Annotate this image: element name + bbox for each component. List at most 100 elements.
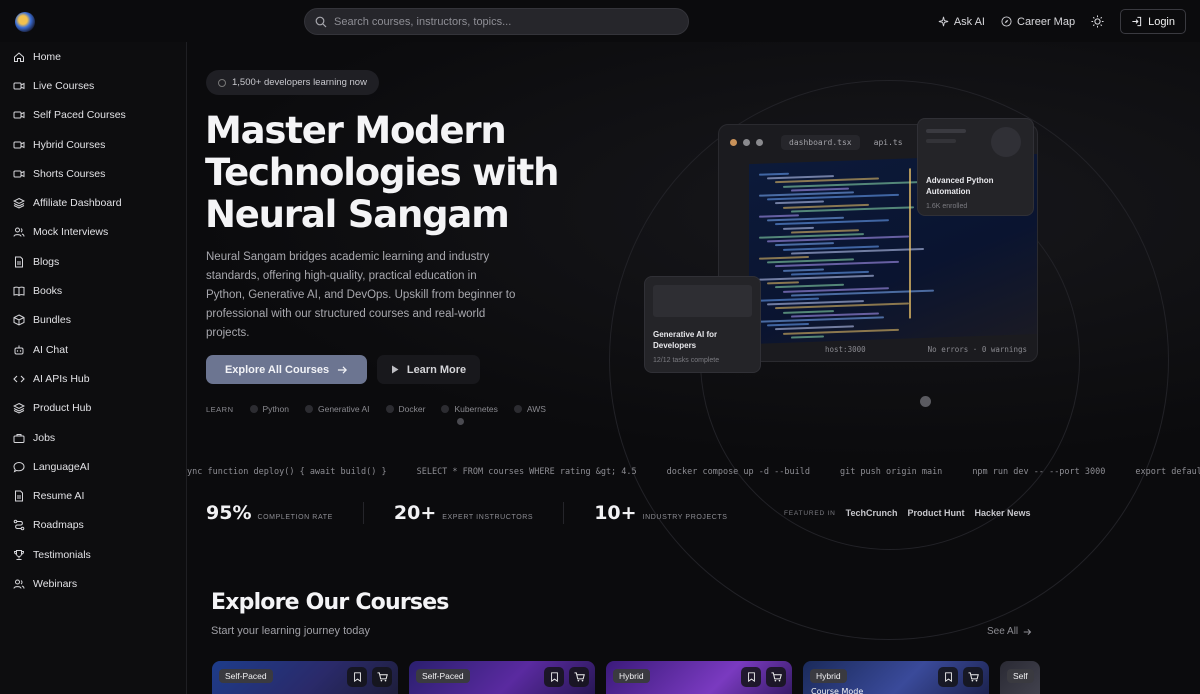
stat-number: 95% xyxy=(206,502,252,524)
sparkle-icon xyxy=(938,16,949,27)
explore-label: Explore All Courses xyxy=(224,363,330,376)
sidebar-item-label: Shorts Courses xyxy=(33,167,106,180)
sidebar-item-mock-interviews[interactable]: Mock Interviews xyxy=(0,218,186,247)
stat-caption: INDUSTRY PROJECTS xyxy=(642,514,728,521)
sidebar-item-hybrid-courses[interactable]: Hybrid Courses xyxy=(0,130,186,159)
sidebar-item-shorts-courses[interactable]: Shorts Courses xyxy=(0,159,186,188)
stat-number: 10+ xyxy=(594,502,637,524)
bookmark-icon xyxy=(550,672,558,682)
sidebar-item-roadmaps[interactable]: Roadmaps xyxy=(0,511,186,540)
tech-aws: AWS xyxy=(513,404,546,414)
sidebar-item-label: Resume AI xyxy=(33,490,85,503)
add-to-cart-button[interactable] xyxy=(569,667,589,687)
code-line xyxy=(759,172,789,176)
video-icon xyxy=(13,170,25,178)
code-line xyxy=(783,309,834,314)
ticker-item: git push origin main xyxy=(839,467,943,477)
featured-in: FEATURED IN TechCrunch Product Hunt Hack… xyxy=(784,508,1031,518)
sidebar-item-label: AI Chat xyxy=(33,343,69,356)
search-icon xyxy=(315,16,327,27)
sidebar-item-ai-apis-hub[interactable]: AI APIs Hub xyxy=(0,364,186,393)
add-to-cart-button[interactable] xyxy=(372,667,392,687)
sidebar-item-bundles[interactable]: Bundles xyxy=(0,306,186,335)
ask-ai-label: Ask AI xyxy=(953,15,985,28)
bookmark-button[interactable] xyxy=(347,667,367,687)
sidebar-item-self-paced-courses[interactable]: Self Paced Courses xyxy=(0,101,186,130)
course-card[interactable]: Self-PacedPyth xyxy=(212,661,398,694)
see-all-link[interactable]: See All xyxy=(987,626,1032,637)
sidebar-item-label: Self Paced Courses xyxy=(33,109,126,122)
compass-icon xyxy=(1001,16,1012,27)
course-card[interactable]: Hybrid Course Mode xyxy=(803,661,989,694)
bookmark-button[interactable] xyxy=(544,667,564,687)
genai-icon xyxy=(304,405,313,413)
bookmark-button[interactable] xyxy=(741,667,761,687)
book-icon xyxy=(13,286,25,297)
course-card[interactable]: SelfM xyxy=(1000,661,1040,694)
course-card[interactable]: Self-PacedAI-ML xyxy=(409,661,595,694)
bookmark-button[interactable] xyxy=(938,667,958,687)
sidebar-item-resume-ai[interactable]: Resume AI xyxy=(0,481,186,510)
users-icon xyxy=(13,579,25,589)
sidebar-item-live-courses[interactable]: Live Courses xyxy=(0,71,186,100)
explore-all-courses-button[interactable]: Explore All Courses xyxy=(206,355,367,384)
stat-caption: COMPLETION RATE xyxy=(257,514,333,521)
add-to-cart-button[interactable] xyxy=(766,667,786,687)
login-icon xyxy=(1132,16,1142,27)
code-line xyxy=(791,187,849,192)
sidebar-item-home[interactable]: Home xyxy=(0,42,186,71)
code-line xyxy=(767,323,809,327)
theme-toggle[interactable] xyxy=(1091,15,1104,28)
outlet-techcrunch: TechCrunch xyxy=(845,508,898,518)
docker-icon xyxy=(385,405,394,413)
sidebar-item-label: Live Courses xyxy=(33,79,95,92)
sidebar-item-label: Home xyxy=(33,50,62,63)
sidebar-item-label: AI APIs Hub xyxy=(33,372,90,385)
code-line xyxy=(783,268,824,272)
trophy-icon xyxy=(13,549,25,560)
search-input[interactable] xyxy=(334,15,664,28)
document-icon xyxy=(15,490,23,502)
sidebar-item-blogs[interactable]: Blogs xyxy=(0,247,186,276)
ticker-item: SELECT * FROM courses WHERE rating &gt; … xyxy=(416,467,637,477)
search-bar[interactable] xyxy=(304,8,689,35)
hero-headline: Master Modern Technologies with Neural S… xyxy=(205,109,559,236)
code-line xyxy=(759,214,799,218)
bookmark-icon xyxy=(353,672,361,682)
status-dot-icon xyxy=(218,78,226,87)
login-button[interactable]: Login xyxy=(1120,9,1186,34)
learn-more-button[interactable]: Learn More xyxy=(377,355,480,384)
sidebar-item-product-hub[interactable]: Product Hub xyxy=(0,394,186,423)
sidebar-item-languageai[interactable]: LanguageAI xyxy=(0,452,186,481)
window-dot-icon xyxy=(730,138,737,146)
career-map-button[interactable]: Career Map xyxy=(1001,16,1075,28)
sidebar-item-books[interactable]: Books xyxy=(0,276,186,305)
top-bar: Ask AI Career Map Login xyxy=(0,0,1200,42)
stat-number: 20+ xyxy=(393,502,437,524)
box-icon xyxy=(13,314,25,326)
bookmark-icon xyxy=(944,672,952,682)
python-icon xyxy=(249,405,258,413)
login-label: Login xyxy=(1148,15,1175,28)
ask-ai-button[interactable]: Ask AI xyxy=(938,16,985,28)
course-title: Course Mode xyxy=(811,687,864,694)
code-line xyxy=(775,284,844,289)
sidebar-item-webinars[interactable]: Webinars xyxy=(0,569,186,598)
sidebar-item-jobs[interactable]: Jobs xyxy=(0,423,186,452)
sidebar-item-ai-chat[interactable]: AI Chat xyxy=(0,335,186,364)
status-host: host:3000 xyxy=(825,344,866,354)
play-icon xyxy=(391,365,399,374)
course-float-card-python: Advanced Python Automation 1.6K enrolled xyxy=(917,118,1034,216)
code-line xyxy=(767,281,799,285)
card-title: Generative AI for Developers xyxy=(653,330,718,350)
card-actions xyxy=(347,667,392,687)
tech-kubernetes: Kubernetes xyxy=(441,404,498,414)
sidebar-item-testimonials[interactable]: Testimonials xyxy=(0,540,186,569)
add-to-cart-button[interactable] xyxy=(963,667,983,687)
logo[interactable] xyxy=(15,12,35,32)
sidebar-item-label: Testimonials xyxy=(33,548,91,561)
sidebar: Home Live Courses Self Paced Courses Hybrid… xyxy=(0,42,187,694)
course-card[interactable]: HybridMCP(Model xyxy=(606,661,792,694)
sidebar-item-affiliate-dashboard[interactable]: Affiliate Dashboard xyxy=(0,188,186,217)
sun-icon xyxy=(1091,15,1104,28)
